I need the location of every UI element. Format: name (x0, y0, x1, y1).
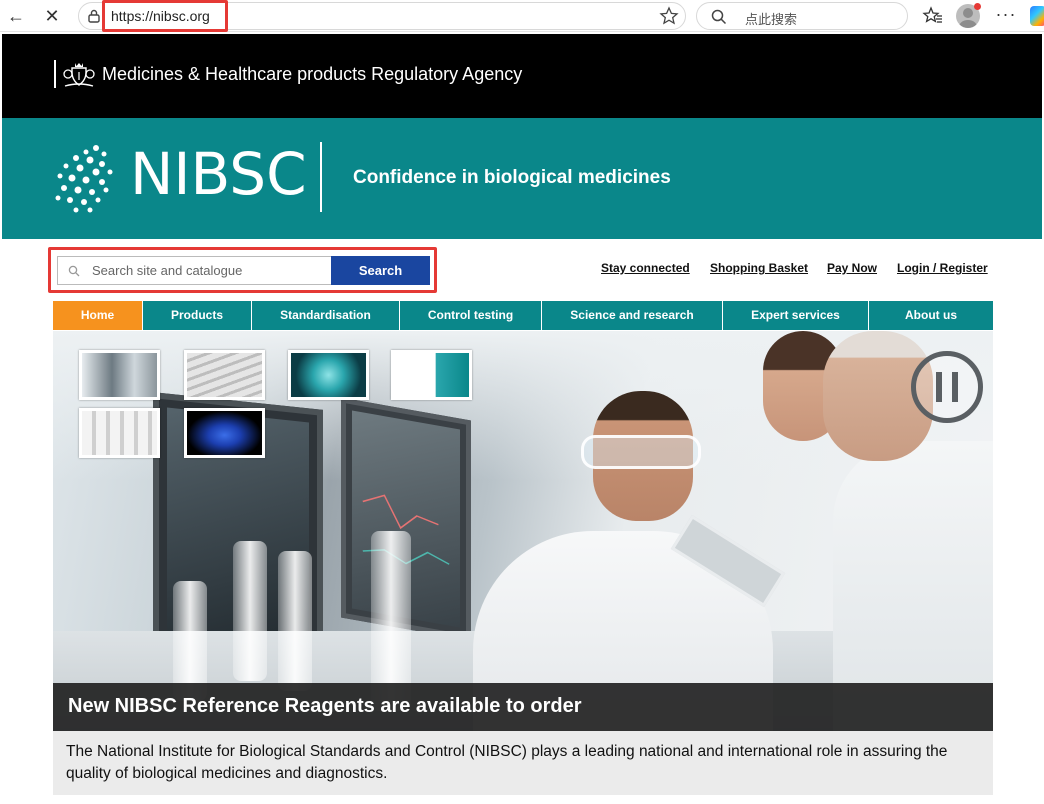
browser-search-placeholder[interactable]: 点此搜索 (745, 9, 797, 28)
shopping-basket-link[interactable]: Shopping Basket (710, 261, 808, 275)
favorites-icon[interactable] (922, 5, 944, 27)
nibsc-dots-logo-icon[interactable] (52, 142, 124, 214)
nav-item-standardisation[interactable]: Standardisation (252, 301, 400, 330)
agency-divider (54, 60, 56, 88)
brand-name[interactable]: NIBSC (130, 140, 307, 208)
site-search-placeholder[interactable]: Search site and catalogue (92, 263, 242, 278)
nav-item-about-us[interactable]: About us (869, 301, 993, 330)
back-icon[interactable]: ← (4, 4, 28, 28)
main-navigation: Home Products Standardisation Control te… (53, 301, 993, 330)
intro-text: The National Institute for Biological St… (53, 731, 993, 795)
more-menu-icon[interactable]: ··· (994, 4, 1018, 28)
hero-vial (278, 551, 312, 691)
copilot-icon[interactable] (1030, 6, 1044, 26)
hero-caption[interactable]: New NIBSC Reference Reagents are availab… (68, 695, 582, 718)
hero-caption-bar: New NIBSC Reference Reagents are availab… (53, 683, 993, 731)
browser-toolbar: ← ✕ https://nibsc.org 点此搜索 ··· (0, 0, 1044, 32)
carousel-thumbnail[interactable] (79, 350, 160, 400)
pause-icon[interactable] (911, 351, 983, 423)
carousel-thumbnail[interactable] (184, 350, 265, 400)
agency-name[interactable]: Medicines & Healthcare products Regulato… (102, 64, 522, 85)
site-search-highlight-box: Search site and catalogue Search (48, 247, 437, 293)
royal-crest-icon (63, 63, 95, 87)
notification-dot (974, 3, 981, 10)
site-search-input[interactable]: Search site and catalogue (57, 256, 332, 285)
stay-connected-link[interactable]: Stay connected (601, 261, 690, 275)
nav-item-home[interactable]: Home (53, 301, 143, 330)
carousel-thumbnail[interactable] (184, 408, 265, 458)
pay-now-link[interactable]: Pay Now (827, 261, 877, 275)
close-icon[interactable]: ✕ (40, 4, 64, 28)
search-button[interactable]: Search (331, 256, 430, 285)
hero-carousel[interactable]: New NIBSC Reference Reagents are availab… (53, 331, 993, 731)
brand-banner: NIBSC Confidence in biological medicines (2, 118, 1042, 239)
brand-divider (320, 142, 322, 212)
nav-item-science-research[interactable]: Science and research (542, 301, 723, 330)
carousel-thumbnail[interactable] (391, 350, 472, 400)
search-icon (68, 265, 80, 277)
nav-item-products[interactable]: Products (143, 301, 252, 330)
brand-tagline: Confidence in biological medicines (353, 167, 671, 188)
nav-item-control-testing[interactable]: Control testing (400, 301, 542, 330)
nav-item-expert-services[interactable]: Expert services (723, 301, 869, 330)
agency-header: Medicines & Healthcare products Regulato… (2, 34, 1042, 118)
browser-search-box[interactable]: 点此搜索 (696, 2, 908, 30)
lock-icon (88, 9, 100, 23)
carousel-thumbnail[interactable] (288, 350, 369, 400)
search-icon (711, 9, 727, 25)
hero-vial (233, 541, 267, 681)
carousel-thumbnail[interactable] (79, 408, 160, 458)
url-highlight-box (102, 0, 228, 32)
login-register-link[interactable]: Login / Register (897, 261, 988, 275)
favorite-star-icon[interactable] (659, 6, 679, 26)
